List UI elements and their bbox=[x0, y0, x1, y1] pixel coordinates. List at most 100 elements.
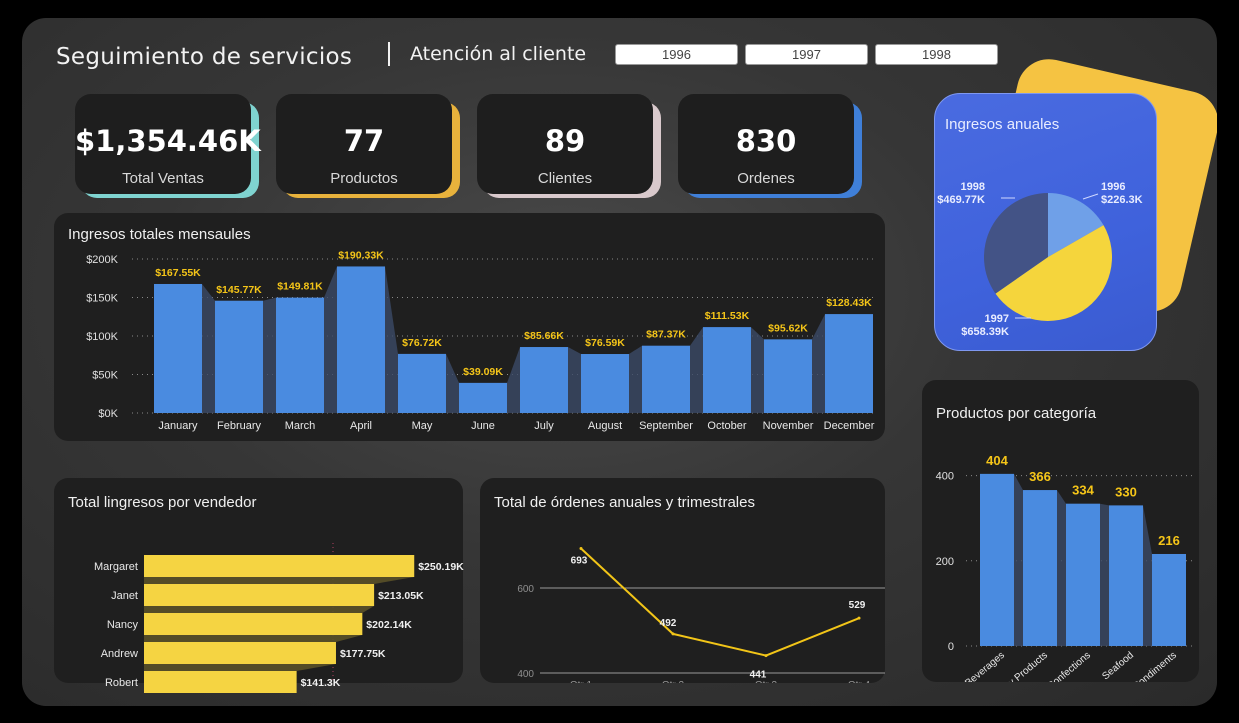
data-label: $128.43K bbox=[826, 297, 872, 309]
y-tick-label: $0K bbox=[98, 408, 118, 420]
monthly-revenue-panel: Ingresos totales mensaules $0K $50K $100K $… bbox=[54, 213, 885, 441]
series-line bbox=[580, 547, 860, 657]
x-tick-label: September bbox=[639, 420, 693, 432]
kpi-value: 89 bbox=[544, 124, 586, 158]
slice-value-label: $226.3K bbox=[1101, 194, 1143, 206]
slice-value-label: $469.77K bbox=[937, 194, 985, 206]
y-tick-label: $50K bbox=[92, 370, 118, 382]
bar bbox=[144, 642, 336, 664]
annual-revenue-panel: Ingresos anuales 1996 $226.3K 1997 $658.39K… bbox=[934, 93, 1157, 351]
data-label: $87.37K bbox=[646, 329, 686, 341]
data-label: 529 bbox=[849, 600, 866, 611]
bar bbox=[825, 314, 873, 413]
data-label: $111.53K bbox=[705, 310, 750, 322]
kpi-ordenes: 830 Ordenes bbox=[678, 94, 862, 198]
quarterly-panel: Total de órdenes anuales y trimestrales … bbox=[480, 478, 885, 683]
x-tick-label: Qtr 1 bbox=[570, 680, 593, 683]
x-tick-label: April bbox=[350, 420, 372, 432]
kpi-clientes: 89 Clientes bbox=[477, 94, 661, 198]
bar bbox=[215, 300, 263, 413]
x-tick-label: Condiments bbox=[1131, 650, 1179, 682]
data-label: 330 bbox=[1115, 484, 1137, 499]
kpi-label: Clientes bbox=[537, 170, 593, 187]
year-filter-1997[interactable]: 1997 bbox=[745, 44, 868, 65]
x-tick-label: Seafood bbox=[1100, 650, 1136, 682]
bar bbox=[337, 266, 385, 413]
slice-category-label: 1998 bbox=[961, 181, 985, 193]
year-filter-1998[interactable]: 1998 bbox=[875, 44, 998, 65]
x-tick-label: March bbox=[285, 420, 316, 432]
title-separator bbox=[388, 42, 390, 66]
x-tick-label: August bbox=[588, 420, 622, 432]
data-label: $39.09K bbox=[463, 366, 503, 378]
bar bbox=[1023, 490, 1057, 646]
x-tick-label: Qtr 2 bbox=[662, 680, 685, 683]
x-tick-label: Qtr 3 bbox=[755, 680, 778, 683]
y-tick-label: 200 bbox=[936, 556, 954, 568]
data-label: $149.81K bbox=[277, 281, 323, 293]
data-label: $141.3K bbox=[301, 677, 341, 689]
data-label: $76.59K bbox=[585, 337, 625, 349]
x-tick-label: October bbox=[707, 420, 746, 432]
kpi-total-ventas: $1,354.46K Total Ventas bbox=[75, 94, 261, 198]
data-label: 366 bbox=[1029, 469, 1051, 484]
category-panel: Productos por categoría 0 200 400 404 Bevera… bbox=[922, 380, 1199, 682]
y-tick-label: Andrew bbox=[101, 648, 138, 660]
data-label: 404 bbox=[986, 453, 1008, 468]
kpi-label: Ordenes bbox=[737, 170, 795, 187]
x-tick-label: Qtr 4 bbox=[848, 680, 871, 683]
bar bbox=[520, 347, 568, 413]
data-label: $85.66K bbox=[524, 330, 564, 342]
bar bbox=[703, 327, 751, 413]
kpi-value: 77 bbox=[343, 124, 385, 158]
vendor-chart: Margaret $250.19K Janet $213.05K Nancy $202.1… bbox=[94, 543, 464, 693]
data-label: $145.77K bbox=[216, 284, 262, 296]
data-label: 216 bbox=[1158, 533, 1180, 548]
slice-value-label: $658.39K bbox=[961, 326, 1009, 338]
data-label: $177.75K bbox=[340, 648, 386, 660]
data-label: 441 bbox=[750, 670, 767, 681]
bar bbox=[980, 473, 1014, 646]
kpi-label: Total Ventas bbox=[122, 170, 204, 187]
dashboard-frame: Seguimiento de servicios Atención al cli… bbox=[22, 18, 1217, 706]
data-label: 492 bbox=[660, 618, 677, 629]
y-tick-label: Robert bbox=[105, 677, 138, 689]
x-tick-label: July bbox=[534, 420, 554, 432]
bar bbox=[581, 354, 629, 413]
bar bbox=[276, 297, 324, 413]
bar bbox=[144, 555, 415, 577]
bar bbox=[1109, 505, 1143, 646]
bar bbox=[764, 339, 812, 413]
kpi-value: 830 bbox=[735, 124, 797, 158]
data-point bbox=[671, 632, 675, 636]
data-label: $190.33K bbox=[338, 249, 384, 261]
vendor-panel: Total lingresos por vendedor Margaret $25… bbox=[54, 478, 464, 693]
data-label: 693 bbox=[571, 555, 588, 566]
x-tick-label: May bbox=[412, 420, 433, 432]
bar bbox=[154, 283, 202, 413]
data-point bbox=[579, 546, 583, 550]
bar bbox=[144, 584, 375, 606]
bar bbox=[144, 671, 297, 693]
page-title: Seguimiento de servicios bbox=[56, 44, 353, 70]
bar bbox=[459, 382, 507, 413]
x-tick-label: June bbox=[471, 420, 495, 432]
y-tick-label: $150K bbox=[86, 293, 118, 305]
category-chart: 0200400404Beverages366Dairy Products334C… bbox=[936, 453, 1196, 682]
y-tick-label: $200K bbox=[86, 254, 118, 266]
y-tick-label: 400 bbox=[517, 669, 534, 680]
kpi-label: Productos bbox=[330, 170, 398, 187]
x-tick-label: January bbox=[158, 420, 198, 432]
y-tick-label: Janet bbox=[111, 590, 138, 602]
bar bbox=[642, 345, 690, 413]
y-tick-label: $100K bbox=[86, 331, 118, 343]
year-filter-1996[interactable]: 1996 bbox=[615, 44, 738, 65]
x-tick-label: Beverages bbox=[963, 650, 1007, 682]
kpi-productos: 77 Productos bbox=[276, 94, 460, 198]
data-label: $167.55K bbox=[155, 267, 201, 279]
kpi-value: $1,354.46K bbox=[75, 124, 261, 158]
data-label: $95.62K bbox=[768, 322, 808, 334]
data-label: $213.05K bbox=[378, 590, 424, 602]
kpi-card: 830 Ordenes bbox=[678, 94, 854, 194]
annual-revenue-pie: 1996$226.3K 1997$658.39K 1998$469.77K bbox=[937, 181, 1143, 338]
